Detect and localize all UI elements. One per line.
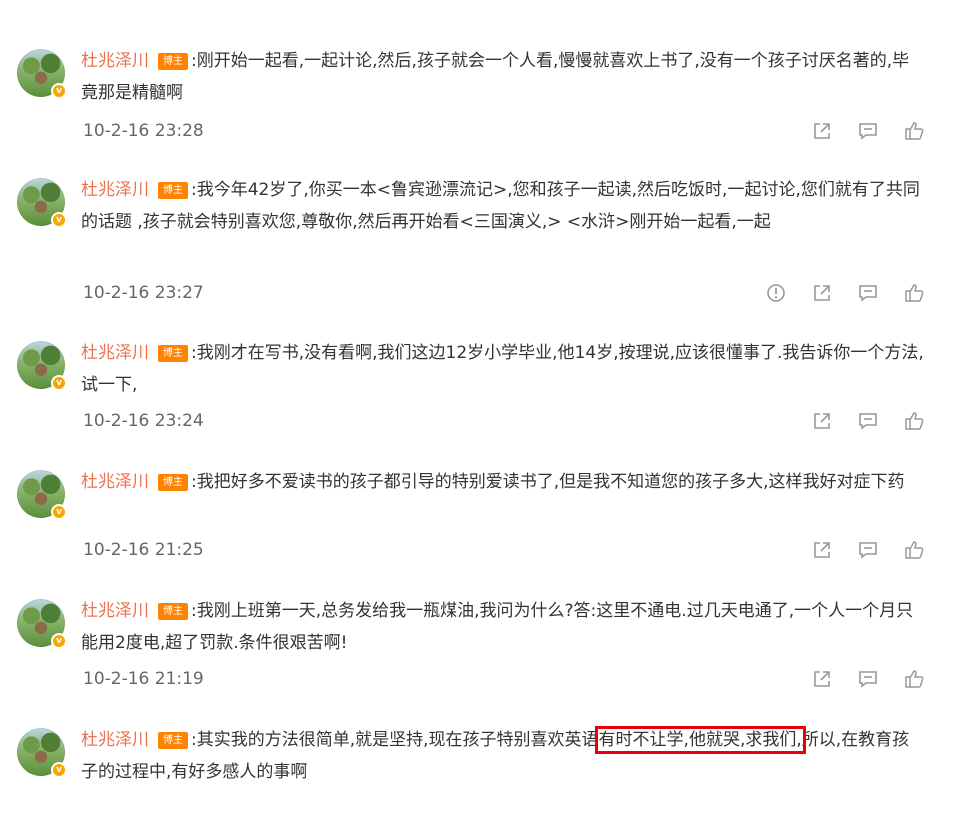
- verified-icon: v: [51, 762, 67, 778]
- comment-body: :我刚才在写书,没有看啊,我们这边12岁小学毕业,他14岁,按理说,应该很懂事了…: [81, 343, 924, 395]
- comment-body: :我今年42岁了,你买一本<鲁宾逊漂流记>,您和孩子一起读,然后吃饭时,一起讨论…: [81, 180, 920, 232]
- like-icon[interactable]: [903, 282, 925, 304]
- comment-actions: [787, 667, 925, 691]
- timestamp: 10-2-16 23:27: [83, 283, 204, 303]
- comment-body: :我把好多不爱读书的孩子都引导的特别爱读书了,但是我不知道您的孩子多大,这样我好…: [191, 472, 905, 492]
- author-badge: 博主: [158, 53, 188, 70]
- comment-text: 杜兆泽川 博主:其实我的方法很简单,就是坚持,现在孩子特别喜欢英语有时不让学,他就…: [81, 724, 926, 788]
- share-icon[interactable]: [811, 282, 833, 304]
- comment-actions: [741, 281, 925, 305]
- share-icon[interactable]: [811, 120, 833, 142]
- comment-icon[interactable]: [857, 410, 879, 432]
- comment-text: 杜兆泽川 博主:我刚才在写书,没有看啊,我们这边12岁小学毕业,他14岁,按理说,…: [81, 337, 926, 401]
- verified-icon: v: [51, 83, 67, 99]
- author-badge: 博主: [158, 345, 188, 362]
- timestamp: 10-2-16 23:24: [83, 411, 204, 431]
- comment-icon[interactable]: [857, 120, 879, 142]
- verified-icon: v: [51, 504, 67, 520]
- share-icon[interactable]: [811, 668, 833, 690]
- like-icon[interactable]: [903, 539, 925, 561]
- author-name[interactable]: 杜兆泽川: [81, 51, 149, 71]
- verified-icon: v: [51, 633, 67, 649]
- highlighted-text: 有时不让学,他就哭,求我们,: [594, 726, 806, 754]
- author-badge: 博主: [158, 732, 188, 749]
- author-badge: 博主: [158, 603, 188, 620]
- comment-actions: [787, 538, 925, 562]
- share-icon[interactable]: [811, 410, 833, 432]
- like-icon[interactable]: [903, 668, 925, 690]
- report-icon[interactable]: [765, 282, 787, 304]
- comment-text: 杜兆泽川 博主:我把好多不爱读书的孩子都引导的特别爱读书了,但是我不知道您的孩子多…: [81, 466, 926, 498]
- comment-text: 杜兆泽川 博主:我刚上班第一天,总务发给我一瓶煤油,我问为什么?答:这里不通电.过…: [81, 595, 926, 659]
- verified-icon: v: [51, 375, 67, 391]
- author-badge: 博主: [158, 474, 188, 491]
- timestamp: 10-2-16 21:19: [83, 669, 204, 689]
- comment-actions: [787, 409, 925, 433]
- like-icon[interactable]: [903, 120, 925, 142]
- comment-body: :刚开始一起看,一起计论,然后,孩子就会一个人看,慢慢就喜欢上书了,没有一个孩子…: [81, 51, 910, 103]
- comment-text: 杜兆泽川 博主:刚开始一起看,一起计论,然后,孩子就会一个人看,慢慢就喜欢上书了,…: [81, 45, 926, 109]
- like-icon[interactable]: [903, 410, 925, 432]
- author-badge: 博主: [158, 182, 188, 199]
- author-name[interactable]: 杜兆泽川: [81, 472, 149, 492]
- author-name[interactable]: 杜兆泽川: [81, 601, 149, 621]
- author-name[interactable]: 杜兆泽川: [81, 730, 149, 750]
- author-name[interactable]: 杜兆泽川: [81, 180, 149, 200]
- share-icon[interactable]: [811, 539, 833, 561]
- comment-text: 杜兆泽川 博主:我今年42岁了,你买一本<鲁宾逊漂流记>,您和孩子一起读,然后吃饭…: [81, 174, 926, 238]
- timestamp: 10-2-16 23:28: [83, 121, 204, 141]
- comment-icon[interactable]: [857, 282, 879, 304]
- verified-icon: v: [51, 212, 67, 228]
- comment-body: :我刚上班第一天,总务发给我一瓶煤油,我问为什么?答:这里不通电.过几天电通了,…: [81, 601, 914, 653]
- comment-actions: [787, 119, 925, 143]
- comment-icon[interactable]: [857, 668, 879, 690]
- comment-icon[interactable]: [857, 539, 879, 561]
- comment-feed: v 杜兆泽川 博主:刚开始一起看,一起计论,然后,孩子就会一个人看,慢慢就喜欢上书…: [0, 0, 953, 816]
- timestamp: 10-2-16 21:25: [83, 540, 204, 560]
- author-name[interactable]: 杜兆泽川: [81, 343, 149, 363]
- comment-body: :其实我的方法很简单,就是坚持,现在孩子特别喜欢英语: [191, 730, 599, 750]
